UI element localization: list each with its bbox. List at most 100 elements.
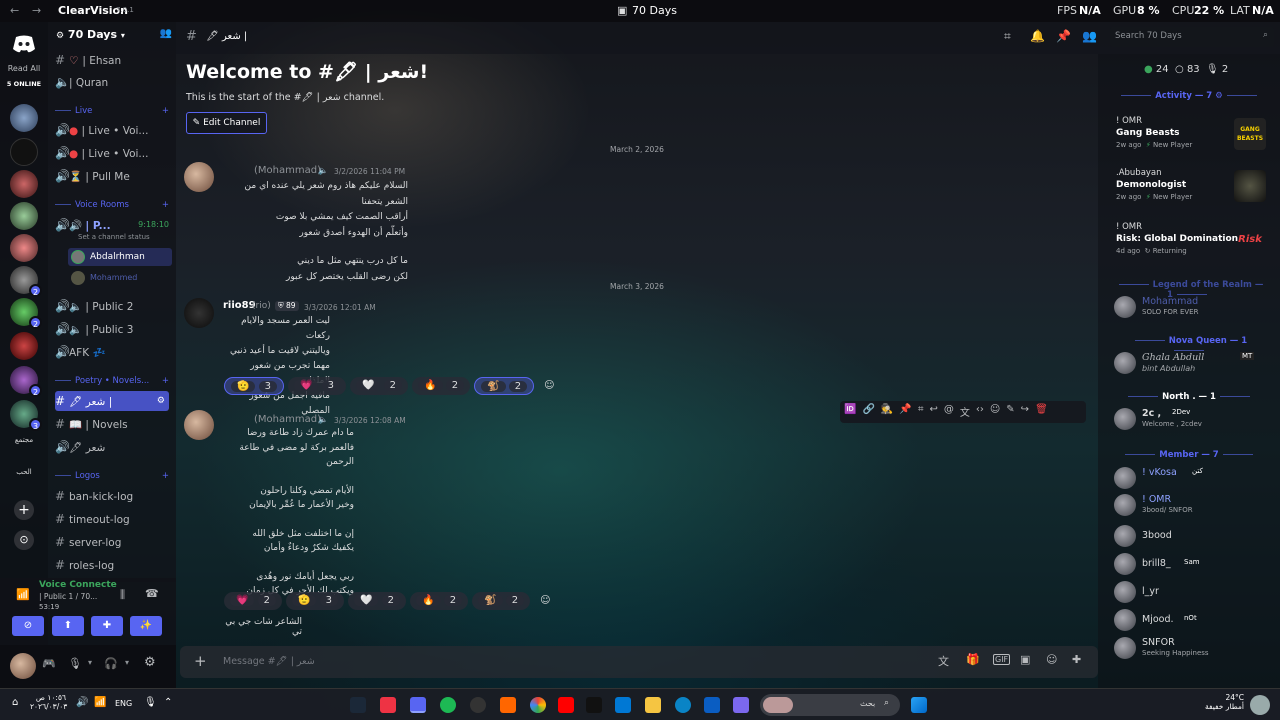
reply-icon[interactable]: ↩ [929, 404, 937, 420]
message-composer[interactable]: + Message #🖋 | شعر 文 🎁 GIF ▣ ☺ ✚ [180, 646, 1098, 678]
category-poetry[interactable]: Poetry • Novels... + [55, 376, 169, 390]
server-icon[interactable]: 2 [10, 298, 42, 329]
edit-channel-button[interactable]: ✎ Edit Channel [186, 112, 267, 134]
soundboard-button[interactable]: ✨ [130, 616, 162, 636]
category-voice-rooms[interactable]: Voice Rooms + [55, 200, 169, 214]
category-live[interactable]: Live + [55, 106, 169, 120]
wifi-icon[interactable]: 📶 [94, 697, 106, 708]
app-icon[interactable] [470, 697, 486, 713]
server-icon[interactable] [10, 332, 38, 360]
channel-item[interactable]: # timeout-log [55, 509, 169, 529]
avatar[interactable] [184, 410, 214, 440]
member-item[interactable]: Ghala Abdull bint Abdullah MT [1114, 352, 1274, 376]
emoji-icon[interactable]: ☺ [1046, 653, 1057, 666]
pin-icon[interactable]: 📌 [1056, 29, 1071, 43]
activity-card[interactable]: .Abubayan Demonologist 2w ago ⚡ New Play… [1116, 168, 1266, 218]
server-icon[interactable] [10, 202, 38, 230]
reaction[interactable]: 🐒 2 [472, 592, 531, 610]
discord-home-icon[interactable] [12, 34, 36, 54]
screen-share-button[interactable]: ⬆ [52, 616, 84, 636]
forward-arrow-icon[interactable]: → [32, 4, 41, 17]
code-icon[interactable]: ‹› [976, 404, 984, 420]
channel-item[interactable]: # 📖 | Novels [55, 414, 169, 434]
channel-item-selected[interactable]: # 🖋 شعر | ⚙ [55, 391, 169, 411]
voice-channel[interactable]: 🔊🖋 شعر [55, 437, 169, 457]
server-text-icon[interactable]: مجتمع [2, 436, 46, 444]
outlook-icon[interactable] [704, 697, 720, 713]
reaction[interactable]: 💗 3 [288, 377, 347, 395]
avatar[interactable] [1250, 695, 1270, 715]
apps-icon[interactable]: ✚ [1072, 653, 1081, 666]
channel-item[interactable]: # ban-kick-log [55, 486, 169, 506]
member-item[interactable]: SNFOR Seeking Happiness [1114, 637, 1274, 661]
volume-icon[interactable]: 🔊 [76, 697, 88, 708]
voice-channel-active[interactable]: 🔊🔊 | P... 9:18:10 [55, 215, 169, 235]
reaction[interactable]: 🔥 2 [410, 592, 469, 610]
add-reaction-icon[interactable]: ☺ [538, 377, 560, 395]
voice-channel[interactable]: 🔊🔈 | Public 3 [55, 319, 169, 339]
server-icon[interactable] [10, 234, 38, 262]
forward-icon[interactable]: ↪ [1021, 404, 1029, 420]
server-header[interactable]: ⚙ 70 Days ▾ 👥 [56, 28, 172, 46]
windows-start-icon[interactable] [911, 697, 927, 713]
mention-icon[interactable]: @ [944, 404, 954, 420]
id-icon[interactable]: 🆔 [844, 404, 856, 420]
message-author[interactable]: (Mohammad) [254, 414, 321, 425]
reaction[interactable]: 🔥 2 [412, 377, 471, 395]
member-item[interactable]: 3bood [1114, 525, 1274, 549]
member-item[interactable]: Mjood. nOt [1114, 609, 1274, 633]
member-item[interactable]: ! OMR 3bood/ SNFOR [1114, 494, 1274, 518]
chrome-icon[interactable] [530, 697, 546, 713]
message-author[interactable]: (Mohammad) [254, 165, 321, 176]
camera-off-button[interactable]: ⊘ [12, 616, 44, 636]
server-icon[interactable] [10, 104, 38, 132]
app-icon[interactable] [380, 697, 396, 713]
chevron-up-icon[interactable]: ⌃ [164, 697, 172, 708]
server-icon[interactable] [10, 170, 38, 198]
taskbar-search[interactable]: بحث ⌕ [760, 694, 900, 716]
members-icon[interactable]: 👥 [1082, 29, 1097, 43]
upload-plus-icon[interactable]: + [194, 652, 207, 670]
gift-icon[interactable]: 🎁 [966, 653, 980, 666]
reaction[interactable]: 🫡 3 [224, 377, 285, 395]
add-member-icon[interactable]: 👥 [160, 28, 172, 39]
server-icon[interactable]: 2 [10, 266, 42, 297]
network-icon[interactable]: ⌂ [12, 697, 18, 708]
spotify-icon[interactable] [440, 697, 456, 713]
channel-item[interactable]: # roles-log [55, 555, 169, 575]
member-item[interactable]: ! vKosa كتن [1114, 467, 1274, 491]
read-all-link[interactable]: Read All [0, 64, 48, 73]
pin-icon[interactable]: 📌 [899, 404, 911, 420]
reaction[interactable]: 🤍 2 [350, 377, 409, 395]
avatar[interactable] [10, 653, 36, 679]
add-reaction-icon[interactable]: ☺ [534, 592, 556, 610]
channel-item[interactable]: # ♡ | Ehsan [55, 50, 169, 70]
incognito-icon[interactable]: 🕵 [881, 404, 893, 420]
voice-channel-name[interactable]: | Public 1 / 70... [39, 592, 97, 601]
activity-card[interactable]: ! OMR Risk: Global Domination 4d ago ↻ R… [1116, 222, 1266, 272]
channel-item[interactable]: 🔈| Quran [55, 72, 169, 92]
channel-item[interactable]: # server-log [55, 532, 169, 552]
discord-taskbar-icon[interactable] [410, 697, 426, 713]
reaction[interactable]: 💗 2 [224, 592, 283, 610]
youtube-icon[interactable] [558, 697, 574, 713]
search-input[interactable]: Search 70 Days ⌕ [1110, 27, 1274, 47]
member-item[interactable]: Mohammad SOLO FOR EVER [1114, 296, 1274, 320]
activity-card[interactable]: ! OMR Gang Beasts 2w ago ⚡ New Player GA… [1116, 116, 1266, 166]
translate-icon[interactable]: 文 [960, 404, 970, 420]
voice-user[interactable]: Abdalrhman [68, 248, 172, 266]
voice-channel[interactable]: 🔊● | Live • Voi... [55, 143, 169, 163]
threads-icon[interactable]: ⌗ [1004, 29, 1011, 44]
emoji-icon[interactable]: ☺ [990, 404, 1000, 420]
voice-user[interactable]: Mohammed [68, 270, 172, 286]
server-text-icon[interactable]: الحب [2, 468, 46, 476]
translate-icon[interactable]: 文 [938, 653, 949, 669]
chevron-down-icon[interactable]: ▾ [88, 658, 92, 667]
settings-gear-icon[interactable]: ⚙ [157, 391, 165, 411]
delete-icon[interactable]: 🗑 [1035, 404, 1048, 420]
edge-icon[interactable] [675, 697, 691, 713]
settings-gear-icon[interactable]: ⚙ [144, 655, 156, 670]
chevron-down-icon[interactable]: ▾ [125, 658, 129, 667]
voice-channel[interactable]: 🔊🔈 | Public 2 [55, 296, 169, 316]
reaction[interactable]: 🫡 3 [286, 592, 345, 610]
